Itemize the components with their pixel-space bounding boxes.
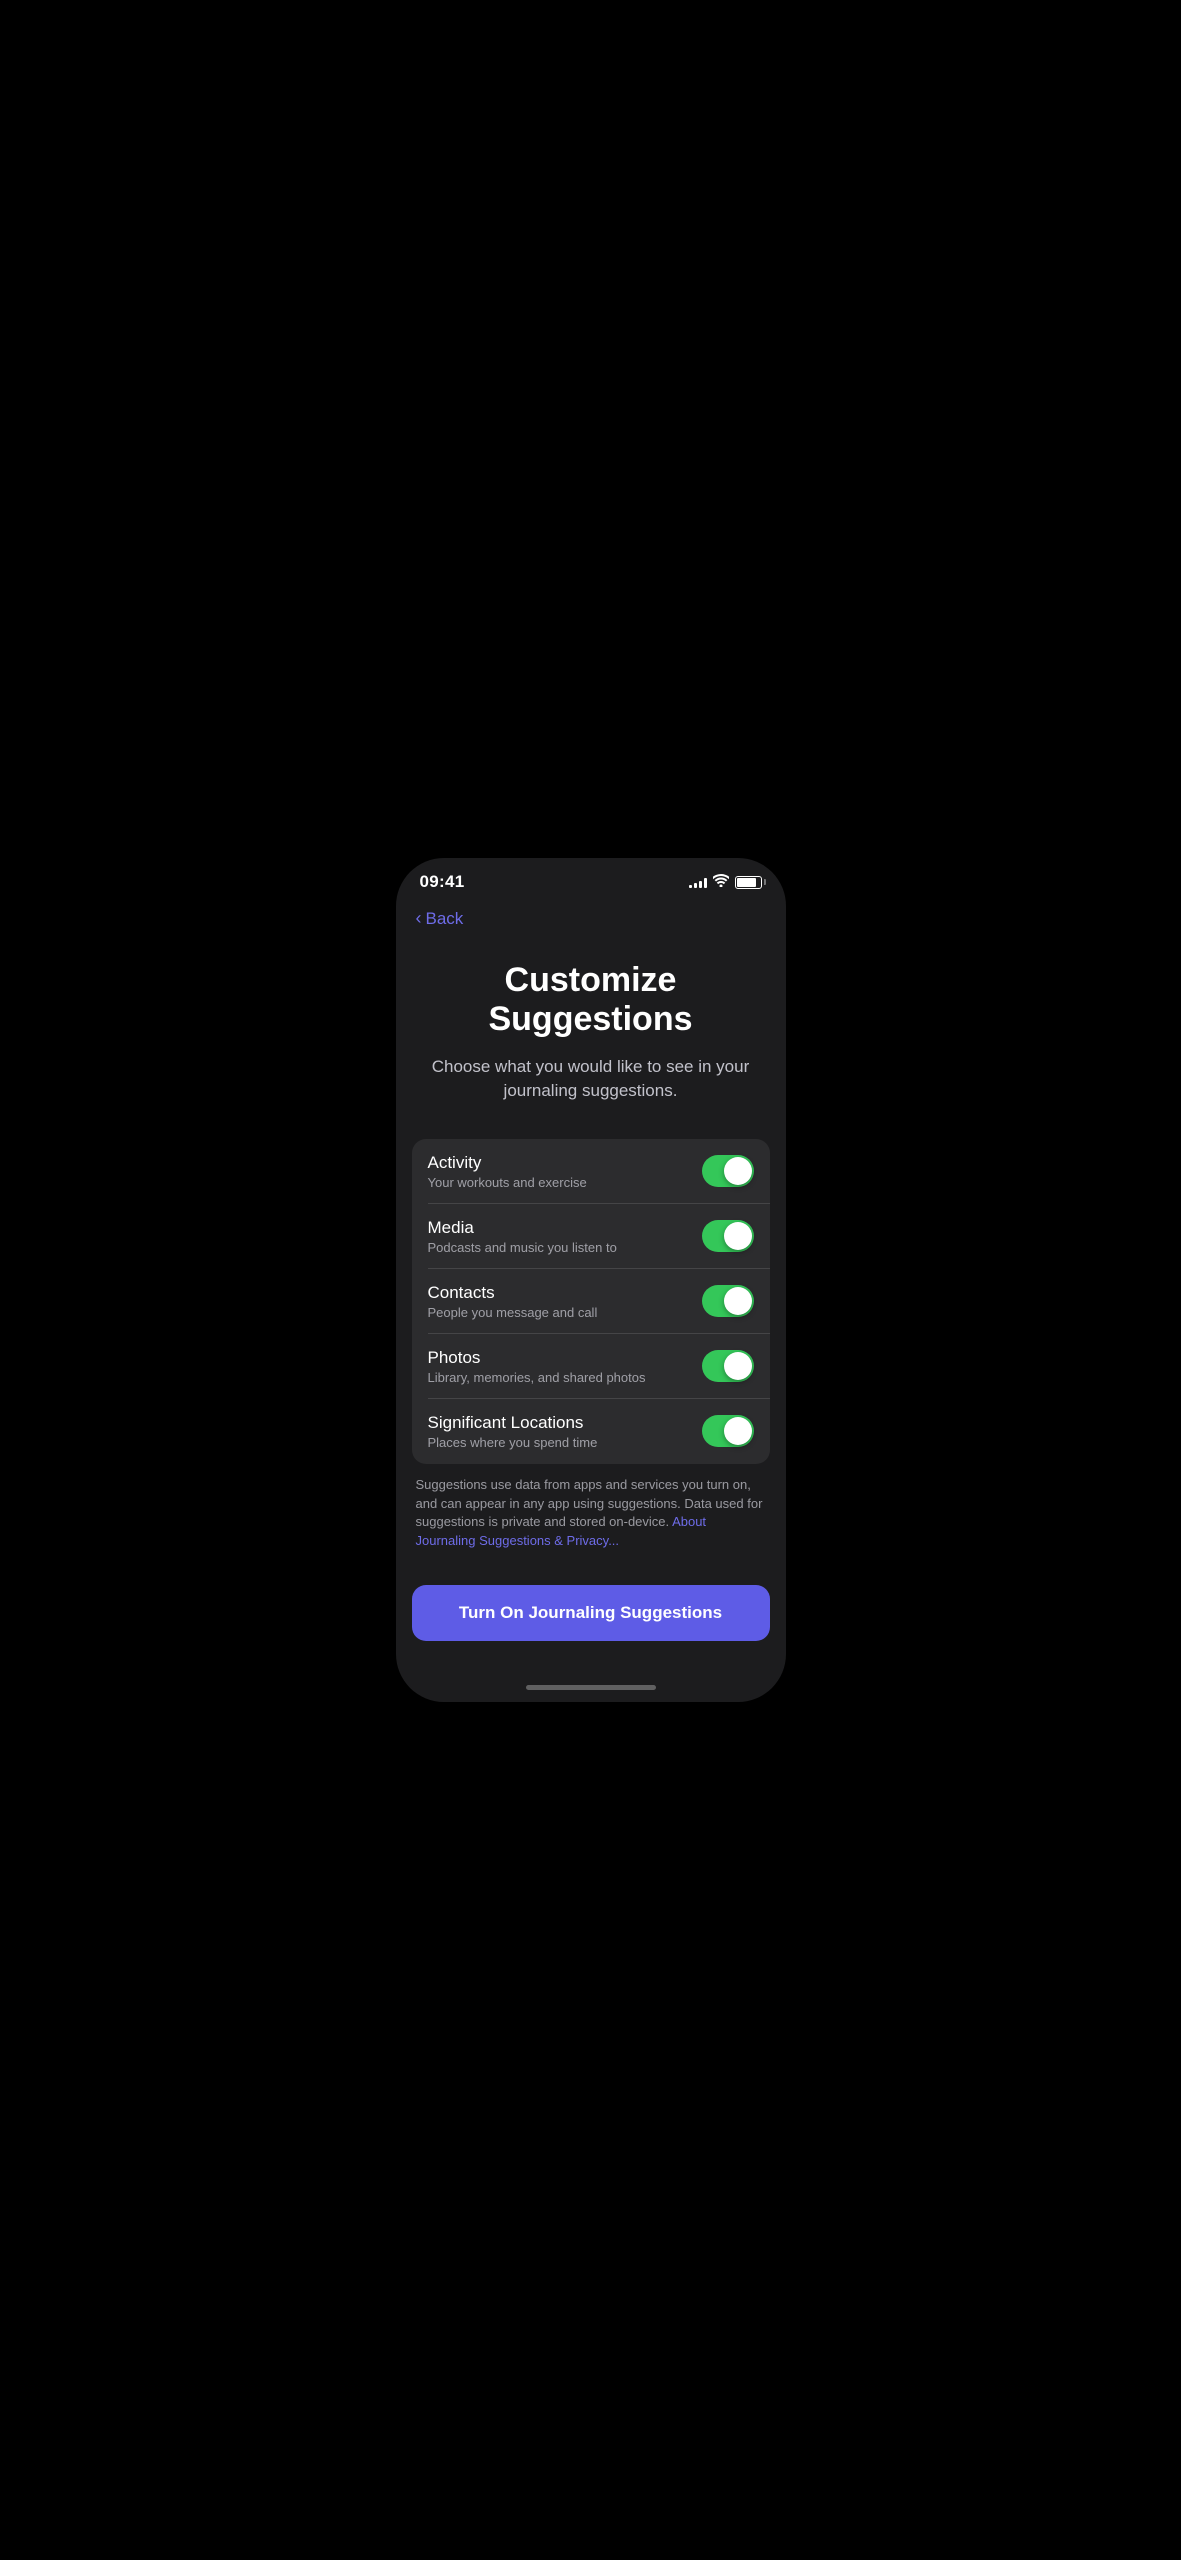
turn-on-button[interactable]: Turn On Journaling Suggestions xyxy=(412,1585,770,1641)
settings-row-activity: Activity Your workouts and exercise xyxy=(412,1139,770,1204)
main-content: ‹ Back Customize Suggestions Choose what… xyxy=(396,900,786,1677)
title-section: Customize Suggestions Choose what you wo… xyxy=(396,937,786,1119)
back-button[interactable]: ‹ Back xyxy=(396,900,786,937)
media-title: Media xyxy=(428,1218,702,1238)
phone-frame: 09:41 ‹ Back Custom xyxy=(396,858,786,1702)
significant-locations-title: Significant Locations xyxy=(428,1413,702,1433)
battery-icon xyxy=(735,876,762,889)
settings-row-contacts: Contacts People you message and call xyxy=(412,1269,770,1334)
settings-row-photos: Photos Library, memories, and shared pho… xyxy=(412,1334,770,1399)
footer-note-text: Suggestions use data from apps and servi… xyxy=(416,1477,763,1530)
activity-toggle[interactable] xyxy=(702,1155,754,1187)
media-subtitle: Podcasts and music you listen to xyxy=(428,1240,702,1255)
settings-row-media: Media Podcasts and music you listen to xyxy=(412,1204,770,1269)
status-time: 09:41 xyxy=(420,872,465,892)
back-chevron-icon: ‹ xyxy=(416,908,422,929)
home-indicator xyxy=(396,1677,786,1702)
photos-toggle[interactable] xyxy=(702,1350,754,1382)
activity-subtitle: Your workouts and exercise xyxy=(428,1175,702,1190)
page-title: Customize Suggestions xyxy=(428,961,754,1039)
significant-locations-subtitle: Places where you spend time xyxy=(428,1435,702,1450)
contacts-subtitle: People you message and call xyxy=(428,1305,702,1320)
page-subtitle: Choose what you would like to see in you… xyxy=(428,1055,754,1103)
photos-title: Photos xyxy=(428,1348,702,1368)
contacts-title: Contacts xyxy=(428,1283,702,1303)
significant-locations-toggle[interactable] xyxy=(702,1415,754,1447)
back-label: Back xyxy=(426,909,464,929)
settings-card: Activity Your workouts and exercise Medi… xyxy=(412,1139,770,1464)
settings-row-significant-locations: Significant Locations Places where you s… xyxy=(412,1399,770,1464)
home-bar xyxy=(526,1685,656,1690)
media-toggle[interactable] xyxy=(702,1220,754,1252)
photos-subtitle: Library, memories, and shared photos xyxy=(428,1370,702,1385)
footer-note: Suggestions use data from apps and servi… xyxy=(396,1464,786,1551)
wifi-icon xyxy=(713,874,729,890)
status-bar: 09:41 xyxy=(396,858,786,900)
activity-title: Activity xyxy=(428,1153,702,1173)
contacts-toggle[interactable] xyxy=(702,1285,754,1317)
signal-icon xyxy=(689,876,707,888)
status-icons xyxy=(689,874,762,890)
bottom-button-area: Turn On Journaling Suggestions xyxy=(396,1553,786,1657)
